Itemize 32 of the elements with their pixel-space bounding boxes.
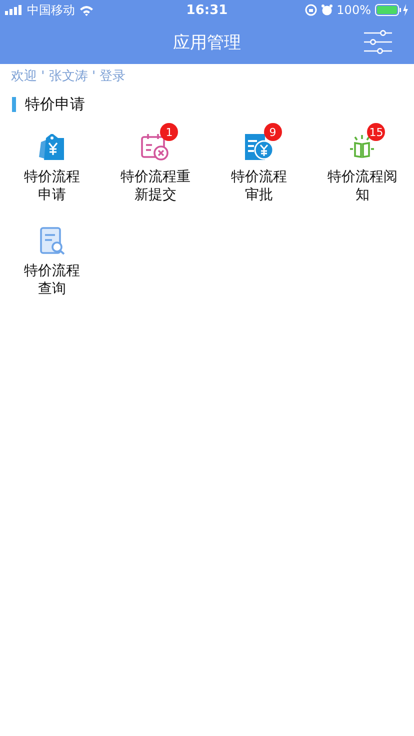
app-shortcut[interactable]: 特价流程 查询: [0, 218, 104, 298]
count-badge: 1: [160, 123, 178, 141]
app-label: 查询: [38, 280, 66, 298]
count-badge: 15: [367, 123, 386, 141]
wifi-icon: [79, 4, 94, 16]
signal-icon: [5, 5, 23, 15]
app-shortcut[interactable]: 1 特价流程重 新提交: [104, 124, 207, 204]
app-label: 申请: [38, 186, 66, 204]
clock-time: 16:31: [186, 2, 228, 18]
app-label: 特价流程阅: [327, 168, 398, 186]
app-shortcut[interactable]: 9 特价流程 审批: [207, 124, 310, 204]
app-label: 新提交: [134, 186, 176, 204]
price-tag-icon: [36, 132, 67, 162]
alarm-icon: [320, 4, 333, 16]
battery-charging-icon: [374, 4, 409, 16]
settings-sliders-icon[interactable]: [364, 30, 392, 54]
app-label: 审批: [244, 186, 273, 204]
battery-percent: 100%: [336, 3, 371, 17]
carrier-name: 中国移动: [27, 2, 75, 18]
section-title: 特价申请: [25, 94, 85, 114]
app-shortcut[interactable]: 特价流程 申请: [0, 124, 104, 204]
lock-rotation-icon: [304, 4, 317, 16]
app-label: 特价流程: [230, 168, 287, 186]
page-title: 应用管理: [173, 32, 241, 54]
section-marker: [12, 96, 16, 112]
app-label: 特价流程: [24, 168, 80, 186]
app-label: 特价流程: [24, 262, 80, 280]
app-label: 知: [355, 186, 370, 204]
app-shortcut[interactable]: 15 特价流程阅 知: [310, 124, 414, 204]
welcome-text: 欢迎 ' 张文涛 ' 登录: [10, 68, 127, 85]
app-label: 特价流程重: [120, 168, 190, 186]
count-badge: 9: [264, 123, 282, 141]
